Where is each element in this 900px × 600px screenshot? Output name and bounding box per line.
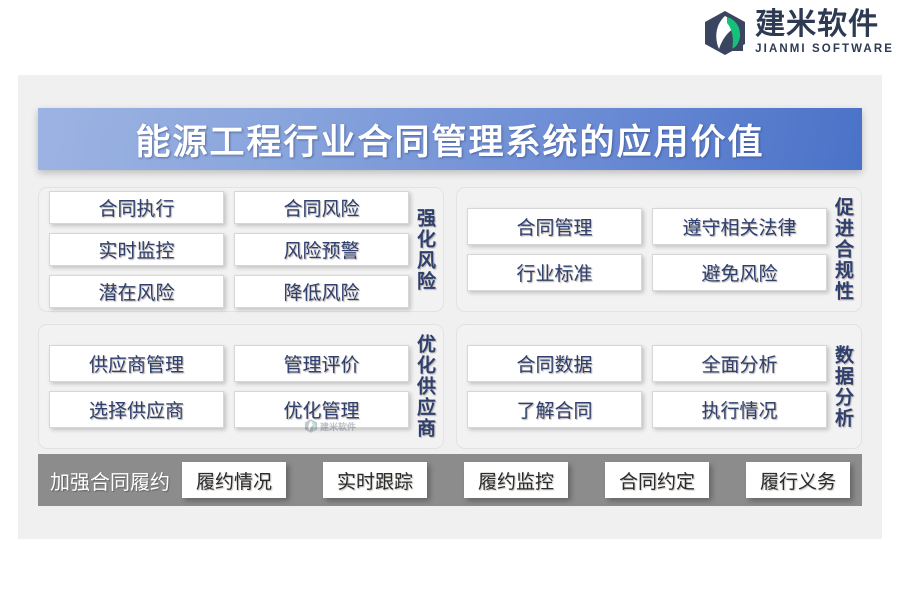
chip[interactable]: 全面分析 — [652, 345, 827, 382]
brand-header: 建米软件 JIANMI SOFTWARE — [703, 6, 894, 60]
panel-column-right: 遵守相关法律 避免风险 — [652, 208, 827, 291]
bottom-chip[interactable]: 实时跟踪 — [323, 462, 427, 498]
quadrant-grid: 合同执行 实时监控 潜在风险 合同风险 风险预警 降低风险 强化风险 合同管理 … — [38, 187, 862, 449]
panel-label-text: 强化风险 — [413, 207, 435, 292]
brand-text: 建米软件 JIANMI SOFTWARE — [755, 10, 894, 56]
panel-column-right: 管理评价 优化管理 — [234, 345, 409, 428]
chip[interactable]: 降低风险 — [234, 275, 409, 308]
bottom-bar-label: 加强合同履约 — [50, 471, 170, 494]
bottom-chip[interactable]: 履约情况 — [182, 462, 286, 498]
chip[interactable]: 合同数据 — [467, 345, 642, 382]
chip[interactable]: 执行情况 — [652, 391, 827, 428]
bottom-bar: 加强合同履约 履约情况 实时跟踪 履约监控 合同约定 履行义务 — [38, 454, 862, 506]
chip[interactable]: 合同执行 — [49, 191, 224, 224]
chip[interactable]: 合同管理 — [467, 208, 642, 245]
panel-column-left: 合同执行 实时监控 潜在风险 — [49, 191, 224, 308]
chip[interactable]: 潜在风险 — [49, 275, 224, 308]
brand-name-en: JIANMI SOFTWARE — [755, 43, 894, 56]
panel-label-text: 数据分析 — [831, 344, 853, 429]
bottom-chip[interactable]: 合同约定 — [605, 462, 709, 498]
panel-vertical-label: 促进合规性 — [827, 195, 857, 304]
bottom-chip[interactable]: 履约监控 — [464, 462, 568, 498]
panel-column-left: 合同管理 行业标准 — [467, 208, 642, 291]
chip[interactable]: 遵守相关法律 — [652, 208, 827, 245]
panel-columns: 供应商管理 选择供应商 管理评价 优化管理 — [49, 345, 409, 428]
chip[interactable]: 风险预警 — [234, 233, 409, 266]
panel-column-right: 合同风险 风险预警 降低风险 — [234, 191, 409, 308]
panel-vertical-label: 数据分析 — [827, 332, 857, 441]
panel-data-analysis[interactable]: 合同数据 了解合同 全面分析 执行情况 数据分析 — [456, 324, 862, 449]
panel-columns: 合同执行 实时监控 潜在风险 合同风险 风险预警 降低风险 — [49, 191, 409, 308]
page-title: 能源工程行业合同管理系统的应用价值 — [135, 122, 765, 162]
infographic-stage: 能源工程行业合同管理系统的应用价值 合同执行 实时监控 潜在风险 合同风险 风险… — [18, 75, 882, 539]
chip[interactable]: 供应商管理 — [49, 345, 224, 382]
panel-column-right: 全面分析 执行情况 — [652, 345, 827, 428]
brand-name-cn: 建米软件 — [755, 8, 880, 42]
panel-column-left: 合同数据 了解合同 — [467, 345, 642, 428]
panel-label-text: 促进合规性 — [831, 197, 853, 302]
panel-columns: 合同数据 了解合同 全面分析 执行情况 — [467, 345, 827, 428]
panel-promote-compliance[interactable]: 合同管理 行业标准 遵守相关法律 避免风险 促进合规性 — [456, 187, 862, 312]
panel-optimize-supplier[interactable]: 供应商管理 选择供应商 管理评价 优化管理 优化供应商 — [38, 324, 444, 449]
title-banner: 能源工程行业合同管理系统的应用价值 — [38, 108, 862, 170]
bottom-chip[interactable]: 履行义务 — [746, 462, 850, 498]
chip[interactable]: 了解合同 — [467, 391, 642, 428]
chip[interactable]: 管理评价 — [234, 345, 409, 382]
chip[interactable]: 实时监控 — [49, 233, 224, 266]
chip[interactable]: 合同风险 — [234, 191, 409, 224]
panel-columns: 合同管理 行业标准 遵守相关法律 避免风险 — [467, 208, 827, 291]
chip[interactable]: 选择供应商 — [49, 391, 224, 428]
panel-vertical-label: 优化供应商 — [409, 332, 439, 441]
chip[interactable]: 优化管理 — [234, 391, 409, 428]
panel-column-left: 供应商管理 选择供应商 — [49, 345, 224, 428]
jianmi-hex-logo-icon — [705, 11, 746, 55]
chip[interactable]: 避免风险 — [652, 254, 827, 291]
panel-label-text: 优化供应商 — [413, 334, 435, 439]
panel-vertical-label: 强化风险 — [409, 195, 439, 304]
chip[interactable]: 行业标准 — [467, 254, 642, 291]
bottom-bar-items: 履约情况 实时跟踪 履约监控 合同约定 履行义务 — [182, 462, 850, 498]
panel-strengthen-risk[interactable]: 合同执行 实时监控 潜在风险 合同风险 风险预警 降低风险 强化风险 — [38, 187, 444, 312]
